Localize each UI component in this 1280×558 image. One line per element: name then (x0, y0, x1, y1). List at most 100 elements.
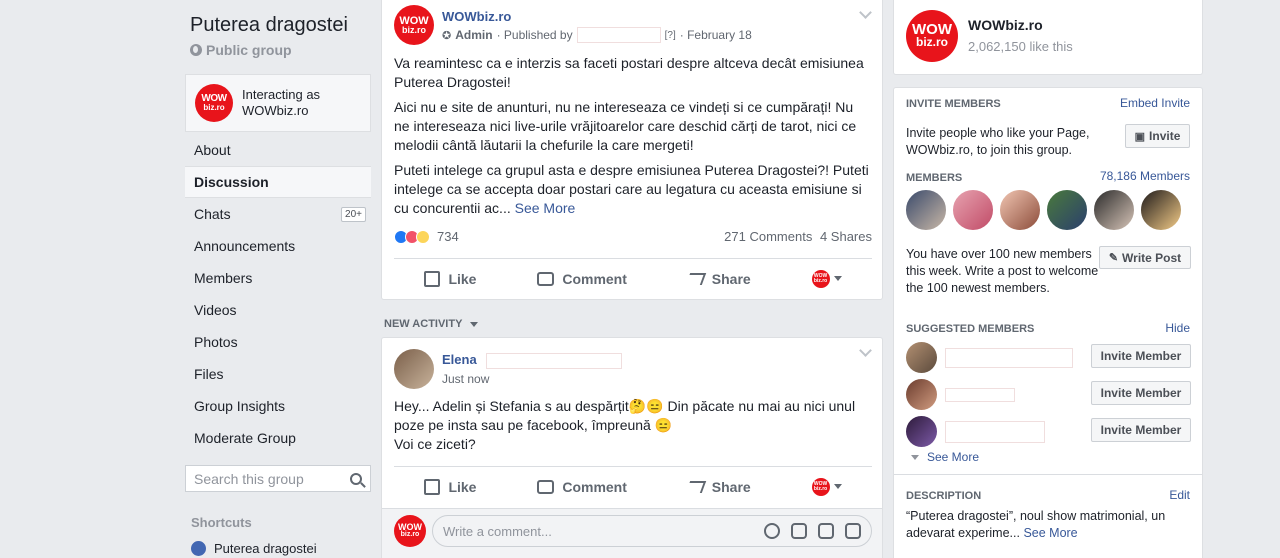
redacted-name (486, 352, 623, 369)
suggested-avatar[interactable] (906, 416, 937, 447)
interacting-page: WOWbiz.ro (242, 103, 309, 118)
invite-icon: ▣ (1134, 130, 1146, 143)
invite-member-button[interactable]: Invite Member (1091, 418, 1191, 442)
page-avatar[interactable]: WOW biz.ro (906, 10, 958, 62)
invite-button[interactable]: ▣ Invite (1125, 124, 1190, 148)
post-text: Hey... Adelin și Stefania s au despărțit… (394, 398, 856, 433)
member-avatars (904, 188, 1183, 232)
nav-files[interactable]: Files (185, 358, 371, 390)
invite-member-button[interactable]: Invite Member (1091, 344, 1191, 368)
member-avatar[interactable] (998, 188, 1042, 232)
interacting-label: Interacting as (242, 87, 321, 102)
nav-discussion[interactable]: Discussion (185, 166, 371, 198)
description-text: “Puterea dragostei”, noul show matrimoni… (906, 509, 1166, 540)
comment-button[interactable]: Comment (537, 271, 627, 287)
reactions[interactable]: 734 (394, 229, 459, 244)
thumbs-up-icon (424, 478, 441, 495)
page-card: WOW biz.ro WOWbiz.ro 2,062,150 like this (893, 0, 1203, 75)
gif-icon[interactable] (818, 523, 834, 539)
post-options-chevron-icon[interactable] (859, 344, 872, 357)
member-avatar[interactable] (1139, 188, 1183, 232)
member-avatar[interactable] (951, 188, 995, 232)
sticker-icon[interactable] (845, 523, 861, 539)
group-privacy: Public group (190, 42, 292, 58)
nav-chats[interactable]: Chats 20+ (185, 198, 371, 230)
group-info-card: INVITE MEMBERS Embed Invite Invite peopl… (893, 87, 1203, 558)
nav-group-insights[interactable]: Group Insights (185, 390, 371, 422)
member-avatar[interactable] (1045, 188, 1089, 232)
description-see-more[interactable]: See More (1023, 526, 1077, 540)
post-text: Voi ce ziceti? (394, 436, 476, 452)
divider (894, 474, 1202, 475)
nav-moderate-group[interactable]: Moderate Group (185, 422, 371, 454)
chats-badge: 20+ (341, 206, 366, 222)
edit-description-link[interactable]: Edit (1169, 488, 1190, 502)
invite-member-button[interactable]: Invite Member (1091, 381, 1191, 405)
act-as-selector[interactable]: WOW biz.ro (811, 269, 842, 288)
post-author[interactable]: Elena (442, 352, 623, 369)
share-count[interactable]: 4 Shares (820, 229, 872, 244)
emoji-icon[interactable] (764, 523, 780, 539)
post-time[interactable]: Just now (442, 372, 622, 386)
camera-icon[interactable] (791, 523, 807, 539)
write-post-button[interactable]: ✎ Write Post (1099, 246, 1191, 269)
share-icon (685, 272, 706, 285)
page-avatar-small: WOW biz.ro (811, 269, 830, 288)
interacting-as-box[interactable]: WOW biz.ro Interacting as WOWbiz.ro (185, 74, 371, 132)
like-button[interactable]: Like (424, 478, 476, 495)
post-card: Elena Just now Hey... Adelin și Stefania… (381, 337, 883, 558)
comment-input[interactable]: Write a comment... (432, 515, 872, 547)
embed-invite-link[interactable]: Embed Invite (1120, 96, 1190, 110)
members-heading: MEMBERS (906, 172, 963, 184)
help-link[interactable]: [?] (665, 30, 676, 41)
post-date[interactable]: · February 18 (680, 28, 752, 42)
redacted-name (945, 347, 1073, 368)
post-author-avatar[interactable]: WOW biz.ro (394, 5, 434, 45)
post-author[interactable]: WOWbiz.ro (442, 9, 752, 24)
share-button[interactable]: Share (685, 479, 751, 495)
hide-suggested-link[interactable]: Hide (1165, 321, 1190, 335)
post-body: Hey... Adelin și Stefania s au despărțit… (394, 397, 872, 454)
nav-members[interactable]: Members (185, 262, 371, 294)
new-activity-sort[interactable]: NEW ACTIVITY (384, 318, 479, 330)
reaction-count[interactable]: 734 (437, 229, 459, 244)
member-avatar[interactable] (1092, 188, 1136, 232)
member-avatar[interactable] (904, 188, 948, 232)
members-count-link[interactable]: 78,186 Members (1100, 169, 1190, 183)
search-icon[interactable] (350, 472, 362, 485)
admin-label: Admin (455, 28, 493, 42)
nav-photos[interactable]: Photos (185, 326, 371, 358)
comment-button[interactable]: Comment (537, 479, 627, 495)
reaction-summary: 734 271 Comments 4 Shares (394, 229, 872, 244)
comment-count[interactable]: 271 Comments (724, 229, 812, 244)
group-icon (191, 541, 206, 556)
share-button[interactable]: Share (685, 271, 751, 287)
post-card: WOW biz.ro WOWbiz.ro ✪ Admin · Published … (381, 0, 883, 300)
post-author-avatar[interactable] (394, 349, 434, 389)
group-nav: About Discussion Chats 20+ Announcements … (185, 134, 371, 454)
page-avatar: WOW biz.ro (195, 84, 233, 122)
page-name[interactable]: WOWbiz.ro (968, 17, 1043, 33)
thumbs-up-icon (424, 270, 441, 287)
nav-about[interactable]: About (185, 134, 371, 166)
globe-icon (190, 44, 202, 56)
group-title[interactable]: Puterea dragostei (190, 14, 348, 37)
nav-announcements[interactable]: Announcements (185, 230, 371, 262)
shortcut-item[interactable]: Puterea dragostei (191, 541, 317, 556)
suggested-avatar[interactable] (906, 342, 937, 373)
post-options-chevron-icon[interactable] (859, 6, 872, 19)
redacted-name (945, 387, 1015, 402)
see-more-link[interactable]: See More (515, 200, 576, 216)
admin-badge-icon: ✪ (442, 29, 452, 42)
invite-heading: INVITE MEMBERS (906, 98, 1001, 110)
group-privacy-label: Public group (206, 42, 292, 58)
redacted-name (576, 27, 661, 43)
suggested-avatar[interactable] (906, 379, 937, 410)
act-as-selector[interactable]: WOW biz.ro (811, 477, 842, 496)
search-group-input[interactable]: Search this group (185, 465, 371, 492)
like-button[interactable]: Like (424, 270, 476, 287)
nav-videos[interactable]: Videos (185, 294, 371, 326)
see-more-suggested[interactable]: See More (911, 450, 979, 464)
share-icon (685, 480, 706, 493)
comment-composer: WOW biz.ro Write a comment... (394, 515, 872, 547)
